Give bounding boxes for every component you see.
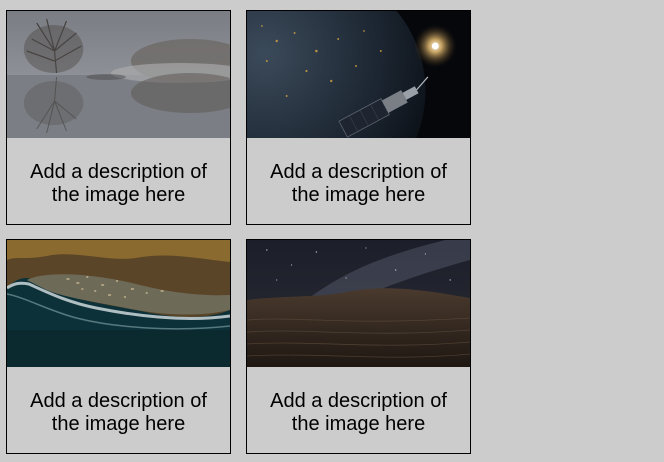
gallery-card[interactable]: Add a description of the image here bbox=[246, 239, 471, 454]
gallery-card[interactable]: Add a description of the image here bbox=[6, 10, 231, 225]
image-gallery: Add a description of the image here Add … bbox=[0, 0, 664, 462]
image-description[interactable]: Add a description of the image here bbox=[7, 161, 230, 207]
gallery-card[interactable]: Add a description of the image here bbox=[246, 10, 471, 225]
image-description[interactable]: Add a description of the image here bbox=[247, 390, 470, 436]
desert-night-image[interactable] bbox=[247, 240, 470, 367]
image-description[interactable]: Add a description of the image here bbox=[247, 161, 470, 207]
image-description[interactable]: Add a description of the image here bbox=[7, 390, 230, 436]
coastal-town-image[interactable] bbox=[7, 240, 230, 367]
misty-lake-image[interactable] bbox=[7, 11, 230, 138]
gallery-card[interactable]: Add a description of the image here bbox=[6, 239, 231, 454]
satellite-earth-image[interactable] bbox=[247, 11, 470, 138]
